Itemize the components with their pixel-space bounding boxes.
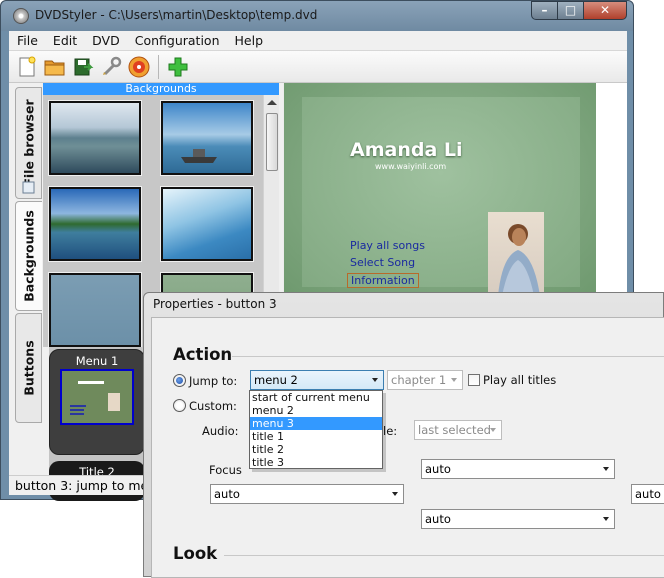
properties-dialog: Properties - button 3 Action Jump to: me…: [143, 292, 664, 578]
audio-label: Audio:: [202, 424, 239, 438]
dropdown-option-title-2[interactable]: title 2: [250, 443, 382, 456]
jump-to-label: Jump to:: [189, 374, 238, 388]
tab-file-browser[interactable]: File browser: [15, 87, 42, 199]
tab-buttons[interactable]: Buttons: [15, 313, 42, 423]
jump-to-select[interactable]: menu 2: [250, 370, 384, 390]
preview-photo[interactable]: [488, 212, 544, 296]
background-thumbnail-lake[interactable]: [48, 186, 142, 262]
menu-help[interactable]: Help: [227, 31, 271, 48]
minimize-button[interactable]: –: [531, 1, 558, 20]
menu-1-thumbnail: [60, 369, 134, 425]
subtitle-select-value: last selected: [418, 423, 491, 437]
focus-down-value: auto: [425, 512, 451, 526]
background-thumbnail-blue-waves[interactable]: [160, 186, 254, 262]
menu-preview-canvas[interactable]: Amanda Li www.waiyinli.com Play all song…: [284, 83, 596, 297]
chapter-select[interactable]: chapter 1: [387, 370, 463, 390]
preview-button-play-all[interactable]: Play all songs: [350, 239, 425, 252]
background-thumbnail-coast[interactable]: [48, 100, 142, 176]
dropdown-option-menu-2[interactable]: menu 2: [250, 404, 382, 417]
focus-label: Focus: [209, 463, 242, 477]
dropdown-option-menu-3[interactable]: menu 3: [250, 417, 382, 430]
chevron-down-icon: [603, 517, 609, 521]
focus-up-value: auto: [425, 462, 451, 476]
action-section-rule: [232, 356, 664, 357]
play-all-titles-label: Play all titles: [483, 373, 557, 387]
chevron-down-icon: [490, 428, 496, 432]
background-thumbnail-ship[interactable]: [160, 100, 254, 176]
maximize-button[interactable]: □: [557, 1, 584, 20]
look-section-rule: [224, 555, 664, 556]
focus-left-select[interactable]: auto: [210, 484, 404, 504]
chevron-down-icon: [603, 467, 609, 471]
open-folder-icon[interactable]: [43, 55, 67, 79]
custom-radio[interactable]: [173, 399, 186, 412]
action-section-title: Action: [173, 345, 233, 364]
close-button[interactable]: ✕: [583, 1, 627, 20]
menu-configuration[interactable]: Configuration: [127, 31, 227, 48]
toolbar-separator: [158, 55, 159, 79]
subtitle-select[interactable]: last selected: [414, 420, 502, 440]
preview-title-text[interactable]: Amanda Li: [350, 139, 463, 161]
focus-down-select[interactable]: auto: [421, 509, 615, 529]
dropdown-option-title-3[interactable]: title 3: [250, 456, 382, 469]
chevron-down-icon: [372, 378, 378, 382]
play-all-titles-checkbox[interactable]: [468, 374, 480, 386]
toolbar: [9, 51, 627, 83]
tab-backgrounds[interactable]: Backgrounds: [15, 201, 42, 311]
save-icon[interactable]: [71, 55, 95, 79]
menu-edit[interactable]: Edit: [45, 31, 84, 48]
menu-1-card[interactable]: Menu 1: [49, 349, 145, 455]
menu-bar: File Edit DVD Configuration Help: [9, 31, 627, 51]
dvdstyler-app-icon: [13, 8, 29, 24]
menu-file[interactable]: File: [9, 31, 45, 48]
focus-right-value: auto: [635, 487, 661, 501]
focus-right-select[interactable]: auto: [631, 484, 664, 504]
chapter-select-value: chapter 1: [391, 373, 447, 387]
new-document-icon[interactable]: [15, 55, 39, 79]
background-thumbnail-blue-gray[interactable]: [48, 272, 142, 347]
preview-button-information[interactable]: Information: [347, 273, 419, 288]
menu-1-label: Menu 1: [75, 354, 119, 368]
preview-subtitle-text[interactable]: www.waiyinli.com: [375, 162, 446, 171]
scroll-up-arrow-icon[interactable]: [267, 100, 277, 105]
jump-to-dropdown-list: start of current menu menu 2 menu 3 titl…: [249, 390, 383, 469]
custom-label: Custom:: [189, 399, 237, 413]
focus-left-value: auto: [214, 487, 240, 501]
window-title: DVDStyler - C:\Users\martin\Desktop\temp…: [35, 8, 318, 22]
jump-to-radio[interactable]: [173, 374, 186, 387]
preview-button-select-song[interactable]: Select Song: [350, 256, 415, 269]
chevron-down-icon: [392, 492, 398, 496]
settings-wrench-icon[interactable]: [99, 55, 123, 79]
dialog-body: Action Jump to: menu 2 chapter 1 Play al…: [151, 317, 664, 578]
jump-to-select-value: menu 2: [254, 373, 298, 387]
scrollbar-thumb[interactable]: [266, 113, 278, 171]
menu-dvd[interactable]: DVD: [84, 31, 127, 48]
add-plus-icon[interactable]: [166, 55, 190, 79]
chevron-down-icon: [451, 378, 457, 382]
dialog-title[interactable]: Properties - button 3: [153, 297, 277, 311]
look-section-title: Look: [173, 544, 218, 563]
file-browser-icon: [22, 181, 35, 194]
dropdown-option-start-of-current-menu[interactable]: start of current menu: [250, 391, 382, 404]
backgrounds-panel-header: Backgrounds: [43, 83, 279, 95]
dropdown-option-title-1[interactable]: title 1: [250, 430, 382, 443]
burn-disc-icon[interactable]: [127, 55, 151, 79]
focus-up-select[interactable]: auto: [421, 459, 615, 479]
title-bar[interactable]: DVDStyler - C:\Users\martin\Desktop\temp…: [1, 1, 633, 31]
